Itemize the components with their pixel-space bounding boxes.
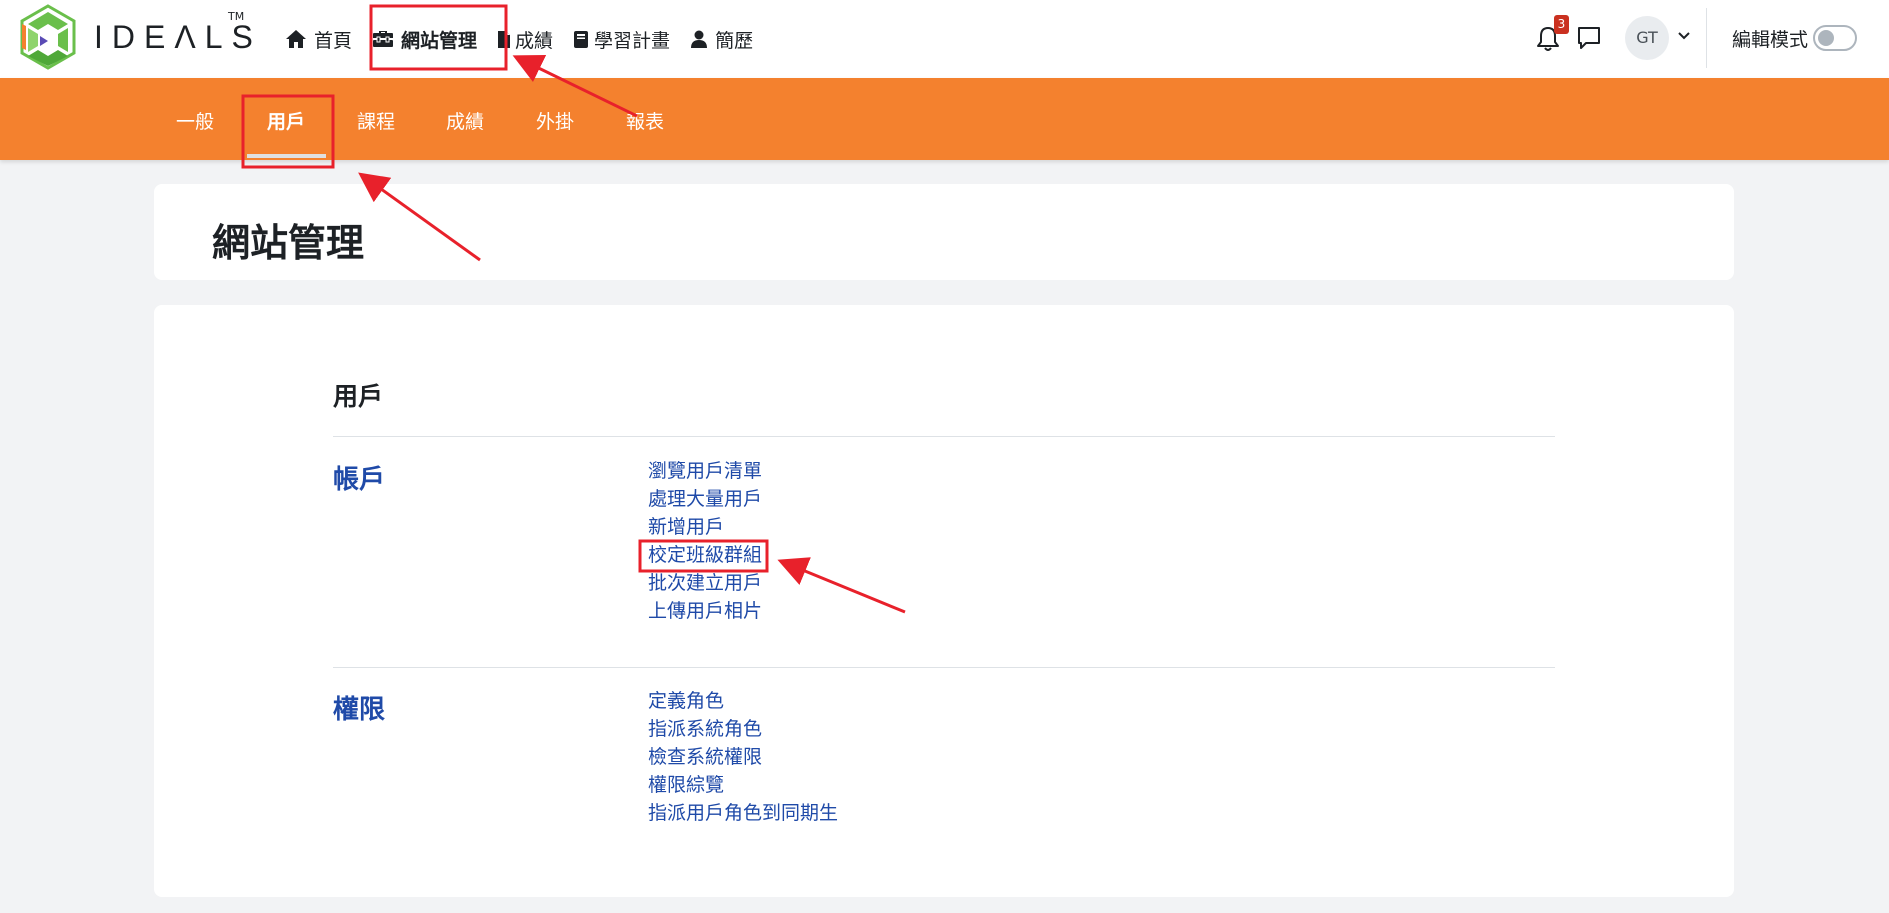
list-item: 指派系統角色 bbox=[648, 715, 838, 743]
toolbox-icon bbox=[372, 28, 394, 50]
tab-plugins[interactable]: 外掛 bbox=[536, 78, 574, 160]
top-navbar: IDEΛLS TM 首頁 網站管理 成績 學習計畫 簡歷 3 GT 編輯模式 bbox=[0, 0, 1889, 78]
page-title: 網站管理 bbox=[212, 221, 365, 265]
link-upload-users[interactable]: 批次建立用戶 bbox=[648, 572, 762, 594]
list-item: 定義角色 bbox=[648, 687, 838, 715]
book-icon bbox=[573, 28, 589, 50]
divider bbox=[333, 436, 1555, 437]
list-item: 校定班級群組 bbox=[648, 541, 762, 569]
link-assign-system-roles[interactable]: 指派系統角色 bbox=[648, 718, 762, 740]
nav-profile[interactable]: 簡歷 bbox=[680, 0, 763, 78]
chevron-down-icon[interactable] bbox=[1676, 28, 1692, 44]
ideals-logo-icon bbox=[20, 4, 76, 70]
link-capability-overview[interactable]: 權限綜覽 bbox=[648, 774, 724, 796]
user-icon bbox=[690, 28, 708, 50]
active-tab-indicator bbox=[247, 154, 326, 158]
page-header: 網站管理 bbox=[154, 184, 1734, 280]
list-item: 批次建立用戶 bbox=[648, 569, 762, 597]
edit-mode-toggle[interactable] bbox=[1813, 25, 1857, 51]
category-accounts[interactable]: 帳戶 bbox=[333, 459, 385, 496]
list-item: 權限綜覽 bbox=[648, 771, 838, 799]
link-assign-user-roles-to-cohort[interactable]: 指派用戶角色到同期生 bbox=[648, 802, 838, 824]
nav-profile-label: 簡歷 bbox=[715, 29, 754, 52]
tab-reports[interactable]: 報表 bbox=[626, 78, 664, 160]
list-item: 指派用戶角色到同期生 bbox=[648, 799, 838, 827]
accounts-links: 瀏覽用戶清單 處理大量用戶 新增用戶 校定班級群組 批次建立用戶 上傳用戶相片 bbox=[648, 457, 762, 625]
link-add-user[interactable]: 新增用戶 bbox=[648, 516, 724, 538]
nav-site-admin[interactable]: 網站管理 bbox=[362, 0, 487, 78]
link-cohorts[interactable]: 校定班級群組 bbox=[648, 544, 762, 566]
brand-trademark: TM bbox=[228, 10, 245, 23]
user-avatar[interactable]: GT bbox=[1625, 16, 1669, 60]
nav-home[interactable]: 首頁 bbox=[285, 0, 362, 78]
list-item: 檢查系統權限 bbox=[648, 743, 838, 771]
divider bbox=[333, 667, 1555, 668]
notification-count-badge: 3 bbox=[1554, 15, 1569, 34]
tab-grades[interactable]: 成績 bbox=[446, 78, 484, 160]
messages-icon[interactable] bbox=[1576, 25, 1602, 51]
nav-grades-label: 成績 bbox=[515, 29, 554, 52]
nav-site-admin-label: 網站管理 bbox=[401, 29, 478, 52]
nav-learning-plans-label: 學習計畫 bbox=[594, 29, 671, 52]
admin-content: 用戶 帳戶 瀏覽用戶清單 處理大量用戶 新增用戶 校定班級群組 批次建立用戶 上… bbox=[154, 305, 1734, 897]
brand-name: IDEΛLS bbox=[94, 18, 262, 55]
edit-mode-label: 編輯模式 bbox=[1732, 29, 1809, 51]
list-item: 上傳用戶相片 bbox=[648, 597, 762, 625]
link-check-system-permissions[interactable]: 檢查系統權限 bbox=[648, 746, 762, 768]
file-icon bbox=[497, 28, 511, 50]
home-icon bbox=[285, 28, 307, 50]
brand-logo[interactable]: IDEΛLS bbox=[18, 4, 262, 70]
nav-grades[interactable]: 成績 bbox=[487, 0, 563, 78]
tools-divider bbox=[1706, 8, 1707, 68]
edit-mode-toggle-knob bbox=[1818, 30, 1834, 46]
permissions-links: 定義角色 指派系統角色 檢查系統權限 權限綜覽 指派用戶角色到同期生 bbox=[648, 687, 838, 827]
link-browse-users[interactable]: 瀏覽用戶清單 bbox=[648, 460, 762, 482]
link-bulk-user-actions[interactable]: 處理大量用戶 bbox=[648, 488, 762, 510]
link-upload-user-pictures[interactable]: 上傳用戶相片 bbox=[648, 600, 762, 622]
tab-courses[interactable]: 課程 bbox=[357, 78, 395, 160]
list-item: 瀏覽用戶清單 bbox=[648, 457, 762, 485]
nav-home-label: 首頁 bbox=[314, 29, 353, 52]
list-item: 新增用戶 bbox=[648, 513, 762, 541]
tab-users[interactable]: 用戶 bbox=[267, 78, 305, 160]
nav-learning-plans[interactable]: 學習計畫 bbox=[563, 0, 680, 78]
primary-nav: 首頁 網站管理 成績 學習計畫 簡歷 bbox=[285, 0, 763, 78]
tab-general[interactable]: 一般 bbox=[176, 78, 214, 160]
secondary-nav: 一般 用戶 課程 成績 外掛 報表 bbox=[0, 78, 1889, 160]
list-item: 處理大量用戶 bbox=[648, 485, 762, 513]
link-define-roles[interactable]: 定義角色 bbox=[648, 690, 724, 712]
section-title: 用戶 bbox=[333, 382, 384, 411]
category-permissions[interactable]: 權限 bbox=[333, 689, 385, 726]
